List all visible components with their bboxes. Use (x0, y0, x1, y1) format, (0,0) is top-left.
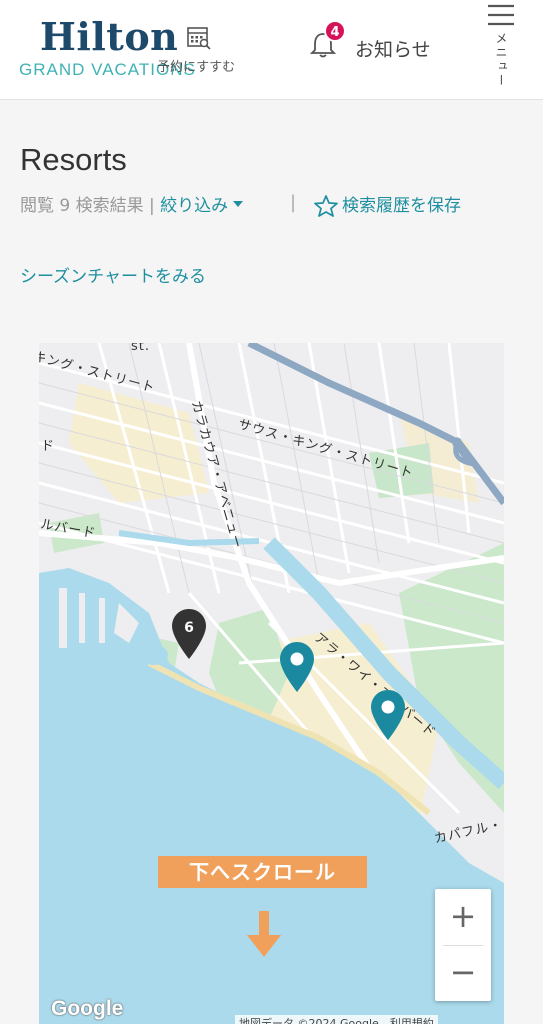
page-title: Resorts (20, 142, 127, 177)
zoom-controls: + − (435, 889, 491, 1001)
cluster-count: 6 (184, 620, 194, 636)
book-now-label[interactable]: 予約にすすむ (157, 56, 235, 75)
resort-map[interactable]: キング・ストリート st. カラカウア・アベニュー サウス・キング・ストリート … (39, 343, 504, 1024)
filter-label: 絞り込み (160, 196, 229, 216)
scroll-down-hint: 下へスクロール (158, 856, 367, 888)
save-search-button[interactable]: 検索履歴を保存 (314, 191, 461, 217)
save-search-label: 検索履歴を保存 (342, 196, 461, 216)
zoom-in-button[interactable]: + (435, 889, 491, 945)
menu-label: メニュー (494, 32, 508, 88)
menu-button[interactable]: メニュー (487, 0, 515, 100)
map-label-st: st. (131, 343, 151, 354)
season-chart-link[interactable]: シーズンチャートをみる (20, 262, 206, 287)
calendar-search-icon[interactable] (186, 26, 212, 50)
notification-count-badge: 4 (324, 20, 346, 42)
resort-cluster-pin[interactable]: 6 (171, 608, 207, 660)
results-summary: 閲覧 9 検索結果 | 絞り込み (20, 191, 244, 216)
hamburger-icon (488, 4, 514, 26)
resort-pin-1[interactable] (279, 641, 315, 693)
filter-dropdown[interactable]: 絞り込み (160, 191, 244, 216)
map-attribution[interactable]: 地図データ ©2024 Google 利用規約 (235, 1015, 438, 1024)
map-label-de: ド (41, 439, 56, 454)
hilton-logo-text[interactable]: Hilton (40, 14, 178, 59)
top-header: Hilton GRAND VACATIONS 予約にすすむ 4 お知らせ メニュ… (0, 0, 543, 100)
divider: | (290, 192, 297, 213)
zoom-out-button[interactable]: − (435, 945, 491, 1001)
caret-down-icon (233, 200, 244, 207)
results-count-text: 閲覧 9 検索結果 | (20, 196, 155, 216)
google-logo[interactable]: Google (51, 997, 123, 1021)
arrow-down-icon (247, 911, 281, 957)
resort-pin-2[interactable] (370, 689, 406, 741)
notifications-label[interactable]: お知らせ (355, 35, 431, 62)
star-icon (314, 195, 338, 217)
